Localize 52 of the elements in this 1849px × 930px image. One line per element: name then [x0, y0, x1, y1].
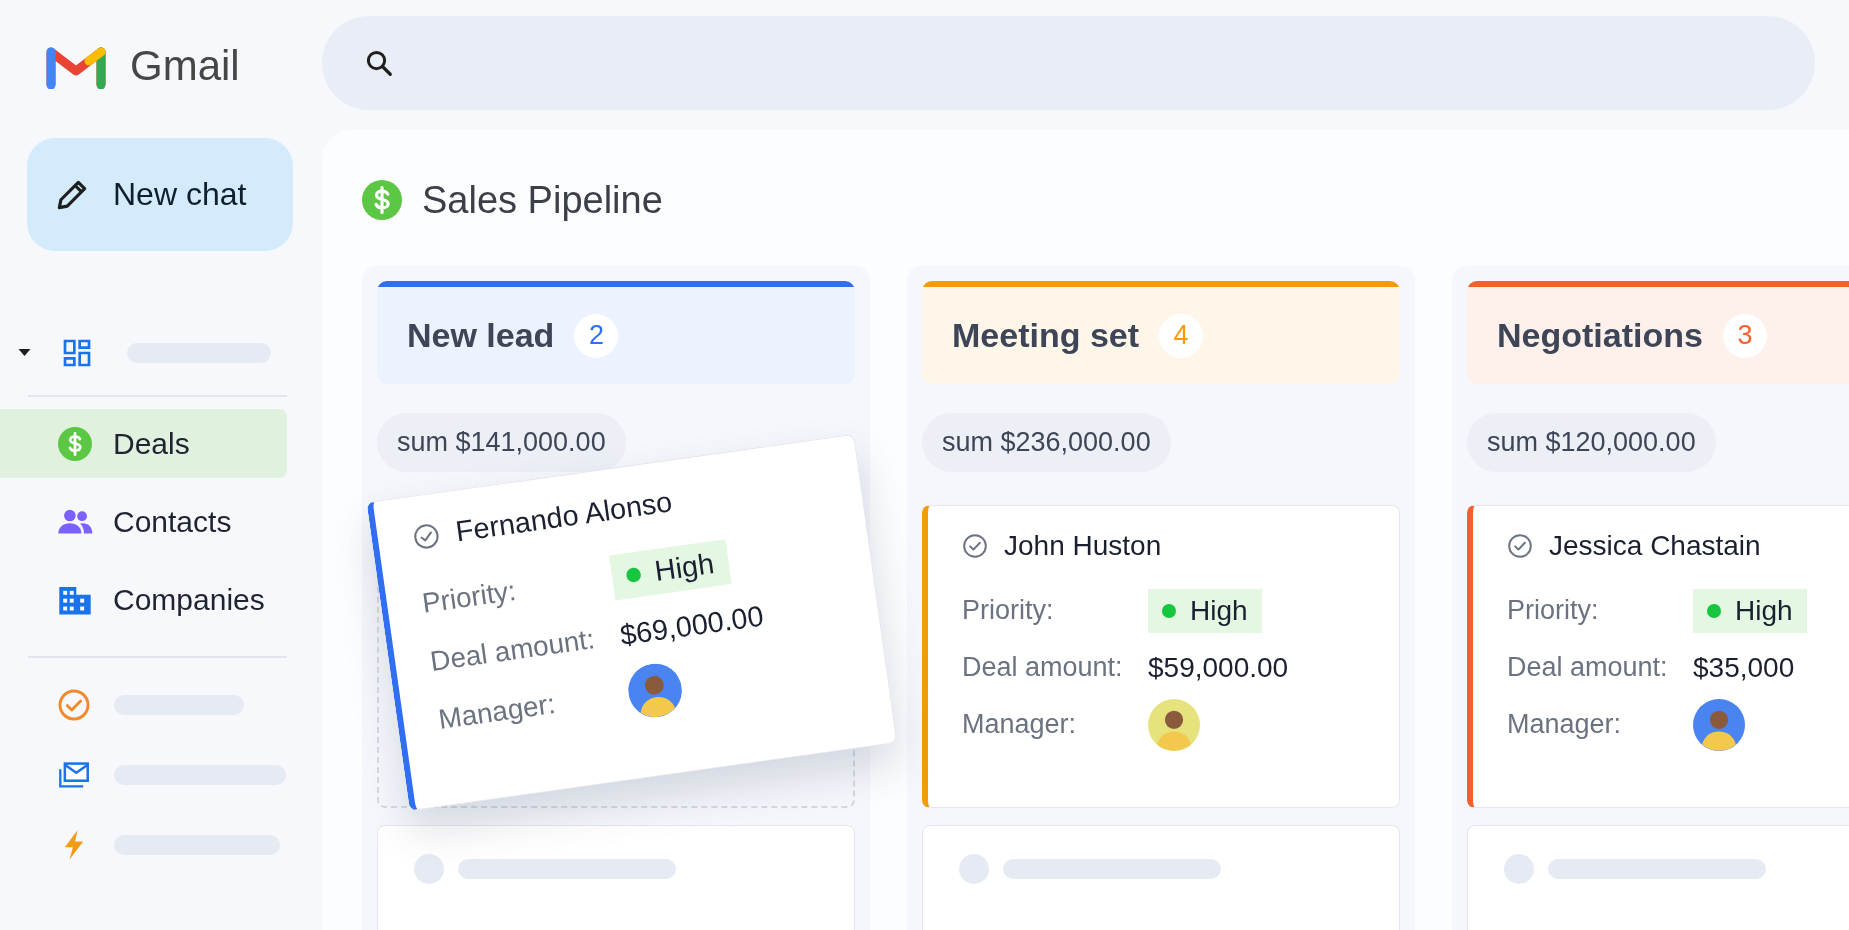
- check-circle-icon: [1507, 533, 1533, 559]
- count-badge: 3: [1722, 313, 1767, 358]
- status-dot: [1707, 603, 1721, 618]
- field-label: Manager:: [962, 709, 1078, 740]
- contact-name: John Huston: [1004, 530, 1162, 562]
- count-badge: 2: [574, 313, 619, 358]
- sum-pill: sum $236,000.00: [922, 413, 1171, 472]
- count-badge: 4: [1159, 313, 1204, 358]
- nav-item[interactable]: Deals: [0, 409, 287, 478]
- field-label: Manager:: [1507, 709, 1623, 740]
- app-name: Gmail: [130, 42, 240, 90]
- dollar-icon: [362, 180, 402, 220]
- dashboard-icon: [61, 337, 93, 369]
- nav-item[interactable]: Companies: [0, 565, 287, 634]
- dollar-icon: [57, 426, 93, 461]
- column-title: New lead: [407, 316, 555, 355]
- priority-tag: High: [1148, 588, 1262, 633]
- check-circle-icon: [58, 689, 90, 721]
- deal-card[interactable]: Jessica Chastain Priority: High Deal amount: $35,000 Manager:: [1467, 505, 1849, 808]
- column-title: Negotiations: [1497, 316, 1703, 355]
- priority-tag: High: [609, 538, 732, 600]
- contact-name: Jessica Chastain: [1549, 530, 1761, 562]
- field-label: Priority:: [420, 574, 519, 620]
- check-circle-icon: [411, 521, 442, 552]
- caret-icon[interactable]: [18, 349, 31, 357]
- search-icon: [364, 48, 394, 78]
- sum-pill: sum $141,000.00: [377, 413, 626, 472]
- status-dot: [625, 566, 642, 583]
- field-label: Priority:: [962, 595, 1055, 626]
- mail-icon: [58, 759, 90, 791]
- board-title: Sales Pipeline: [422, 178, 663, 222]
- skeleton-dot: [414, 854, 444, 884]
- avatar: [1693, 698, 1745, 751]
- status-dot: [1162, 603, 1176, 618]
- field-label: Deal amount:: [962, 652, 1124, 683]
- avatar: [1148, 698, 1200, 751]
- field-label: Deal amount:: [1507, 652, 1669, 683]
- skeleton-dot: [959, 854, 989, 884]
- deal-amount: $59,000.00: [1148, 651, 1289, 684]
- field-label: Deal amount:: [428, 622, 598, 679]
- column-title: Meeting set: [952, 316, 1140, 355]
- deal-amount: $35,000: [1693, 651, 1795, 684]
- sum-pill: sum $120,000.00: [1467, 413, 1716, 472]
- field-label: Priority:: [1507, 595, 1600, 626]
- field-label: Manager:: [436, 687, 559, 737]
- check-circle-icon: [962, 533, 988, 559]
- deal-amount: $69,000.00: [618, 599, 766, 652]
- new-chat-button[interactable]: New chat: [27, 138, 293, 251]
- deal-card[interactable]: John Huston Priority: High Deal amount: $59,000.00 Manager:: [922, 505, 1400, 808]
- skeleton-dot: [1504, 854, 1534, 884]
- priority-tag: High: [1693, 588, 1807, 633]
- nav-item[interactable]: Contacts: [0, 487, 287, 556]
